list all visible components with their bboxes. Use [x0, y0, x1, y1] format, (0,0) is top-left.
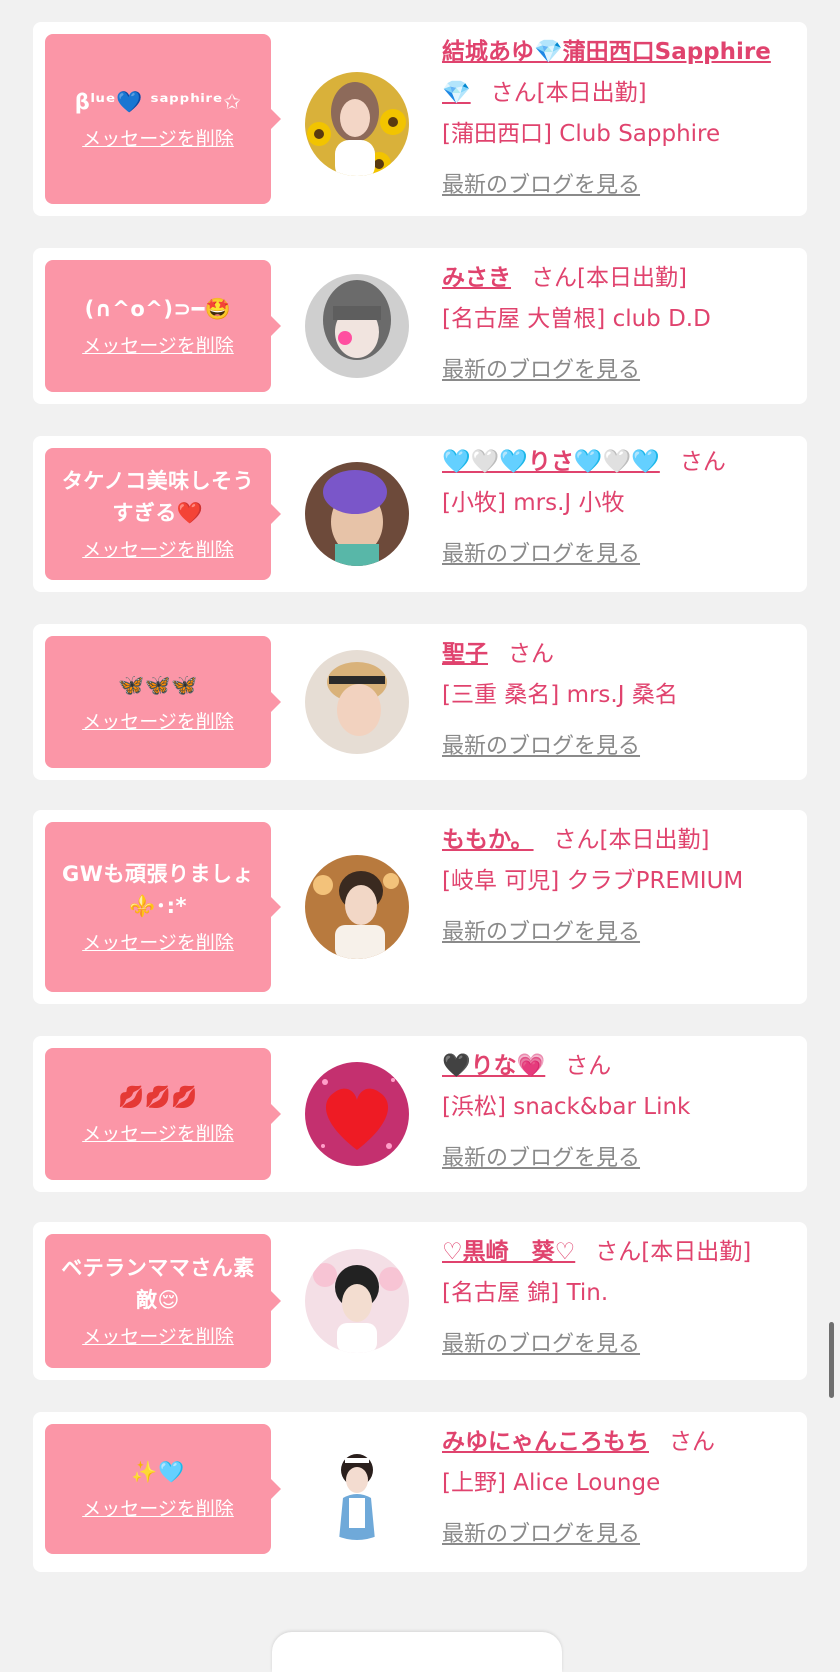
shop-name: [浜松] snack&bar Link: [442, 1094, 691, 1120]
message-text: βˡᵘᵉ💙 ˢᵃᵖᵖʰⁱʳᵉ✩: [74, 90, 242, 114]
message-bubble: 💋💋💋 メッセージを削除: [45, 1048, 281, 1180]
shop-name: [名古屋 大曽根] club D.D: [442, 306, 711, 332]
message-text: ✨🩵: [131, 1460, 185, 1484]
honorific: さん: [531, 265, 577, 291]
shop-name: [蒲田西口] Club Sapphire: [442, 121, 721, 147]
shop-name: [名古屋 錦] Tin.: [442, 1280, 609, 1306]
latest-blog-link[interactable]: 最新のブログを見る: [442, 1514, 640, 1555]
cast-name-link[interactable]: みさき: [442, 265, 511, 291]
message-text: (∩^o^)⊃━🤩: [84, 297, 232, 321]
avatar[interactable]: [305, 462, 409, 566]
message-text: ベテランママさん素敵😌: [61, 1256, 255, 1312]
cast-info: ♡黒崎 葵♡ さん[本日出勤] [名古屋 錦] Tin. 最新のブログを見る: [442, 1232, 794, 1365]
message-text: GWも頑張りましょ⚜️･:*: [62, 862, 254, 918]
delete-message-link[interactable]: メッセージを削除: [82, 333, 234, 359]
shop-name: [上野] Alice Lounge: [442, 1470, 661, 1496]
delete-message-link[interactable]: メッセージを削除: [82, 1496, 234, 1522]
cast-card: タケノコ美味しそうすぎる❤️ メッセージを削除 🩵🤍🩵りさ🩵🤍🩵 さん [小牧] …: [33, 436, 807, 592]
delete-message-link[interactable]: メッセージを削除: [82, 126, 234, 152]
avatar[interactable]: [305, 650, 409, 754]
cast-name-link[interactable]: 聖子: [442, 641, 488, 667]
cast-card: βˡᵘᵉ💙 ˢᵃᵖᵖʰⁱʳᵉ✩ メッセージを削除 結城あゆ💎蒲田西口Sapphi…: [33, 22, 807, 216]
latest-blog-link[interactable]: 最新のブログを見る: [442, 1324, 640, 1365]
scroll-indicator[interactable]: [829, 1322, 834, 1398]
avatar[interactable]: [305, 1249, 409, 1353]
delete-message-link[interactable]: メッセージを削除: [82, 930, 234, 956]
cast-info: 結城あゆ💎蒲田西口Sapphire💎 さん[本日出勤] [蒲田西口] Club S…: [442, 32, 794, 206]
message-bubble: GWも頑張りましょ⚜️･:* メッセージを削除: [45, 822, 281, 992]
cast-card: (∩^o^)⊃━🤩 メッセージを削除 みさき さん[本日出勤] [名古屋 大曽根]…: [33, 248, 807, 404]
latest-blog-link[interactable]: 最新のブログを見る: [442, 350, 640, 391]
delete-message-link[interactable]: メッセージを削除: [82, 709, 234, 735]
cast-card: ✨🩵 メッセージを削除 みゆにゃんころもち さん [上野] Alice Loung…: [33, 1412, 807, 1572]
latest-blog-link[interactable]: 最新のブログを見る: [442, 165, 640, 206]
attendance-status: [本日出勤]: [641, 1239, 752, 1265]
message-bubble: ✨🩵 メッセージを削除: [45, 1424, 281, 1554]
bottom-floating-tab[interactable]: [272, 1632, 562, 1672]
cast-info: ももか。 さん[本日出勤] [岐阜 可児] クラブPREMIUM 最新のブログを見…: [442, 820, 794, 953]
cast-card: 💋💋💋 メッセージを削除 🖤りな💗 さん [浜松] snack&bar Link …: [33, 1036, 807, 1192]
avatar[interactable]: [305, 72, 409, 176]
cast-info: 聖子 さん [三重 桑名] mrs.J 桑名 最新のブログを見る: [442, 634, 794, 767]
delete-message-link[interactable]: メッセージを削除: [82, 1324, 234, 1350]
message-text: タケノコ美味しそうすぎる❤️: [61, 469, 255, 525]
latest-blog-link[interactable]: 最新のブログを見る: [442, 726, 640, 767]
avatar[interactable]: [305, 1062, 409, 1166]
attendance-status: [本日出勤]: [577, 265, 687, 291]
delete-message-link[interactable]: メッセージを削除: [82, 1121, 234, 1147]
cast-info: みさき さん[本日出勤] [名古屋 大曽根] club D.D 最新のブログを見る: [442, 258, 794, 391]
honorific: さん: [669, 1429, 715, 1455]
honorific: さん: [565, 1053, 612, 1079]
cast-info: 🩵🤍🩵りさ🩵🤍🩵 さん [小牧] mrs.J 小牧 最新のブログを見る: [442, 442, 794, 575]
message-bubble: (∩^o^)⊃━🤩 メッセージを削除: [45, 260, 281, 392]
message-text: 🦋🦋🦋: [118, 673, 198, 697]
latest-blog-link[interactable]: 最新のブログを見る: [442, 1138, 640, 1179]
latest-blog-link[interactable]: 最新のブログを見る: [442, 912, 640, 953]
cast-card: ベテランママさん素敵😌 メッセージを削除 ♡黒崎 葵♡ さん[本日出勤] [名古屋…: [33, 1222, 807, 1380]
honorific: さん: [679, 449, 726, 475]
avatar[interactable]: [305, 1436, 409, 1540]
shop-name: [三重 桑名] mrs.J 桑名: [442, 682, 678, 708]
latest-blog-link[interactable]: 最新のブログを見る: [442, 534, 640, 575]
honorific: さん: [553, 827, 600, 853]
cast-info: みゆにゃんころもち さん [上野] Alice Lounge 最新のブログを見る: [442, 1422, 794, 1555]
cast-info: 🖤りな💗 さん [浜松] snack&bar Link 最新のブログを見る: [442, 1046, 794, 1179]
delete-message-link[interactable]: メッセージを削除: [82, 537, 234, 563]
honorific: さん: [490, 80, 537, 106]
cast-card: GWも頑張りましょ⚜️･:* メッセージを削除 ももか。 さん[本日出勤] [岐阜…: [33, 810, 807, 1004]
cast-name-link[interactable]: ♡黒崎 葵♡: [442, 1239, 575, 1265]
message-bubble: βˡᵘᵉ💙 ˢᵃᵖᵖʰⁱʳᵉ✩ メッセージを削除: [45, 34, 281, 204]
cast-name-link[interactable]: みゆにゃんころもち: [442, 1429, 649, 1455]
honorific: さん: [595, 1239, 642, 1265]
cast-card: 🦋🦋🦋 メッセージを削除 聖子 さん [三重 桑名] mrs.J 桑名 最新のブロ…: [33, 624, 807, 780]
message-bubble: ベテランママさん素敵😌 メッセージを削除: [45, 1234, 281, 1368]
shop-name: [小牧] mrs.J 小牧: [442, 490, 625, 516]
cast-name-link[interactable]: 🩵🤍🩵りさ🩵🤍🩵: [442, 449, 660, 475]
attendance-status: [本日出勤]: [599, 827, 710, 853]
honorific: さん: [508, 641, 554, 667]
avatar[interactable]: [305, 855, 409, 959]
message-bubble: タケノコ美味しそうすぎる❤️ メッセージを削除: [45, 448, 281, 580]
attendance-status: [本日出勤]: [536, 80, 647, 106]
cast-name-link[interactable]: 🖤りな💗: [442, 1053, 545, 1079]
message-text: 💋💋💋: [118, 1085, 198, 1109]
avatar[interactable]: [305, 274, 409, 378]
message-bubble: 🦋🦋🦋 メッセージを削除: [45, 636, 281, 768]
cast-name-link[interactable]: ももか。: [442, 827, 534, 853]
shop-name: [岐阜 可児] クラブPREMIUM: [442, 868, 744, 894]
